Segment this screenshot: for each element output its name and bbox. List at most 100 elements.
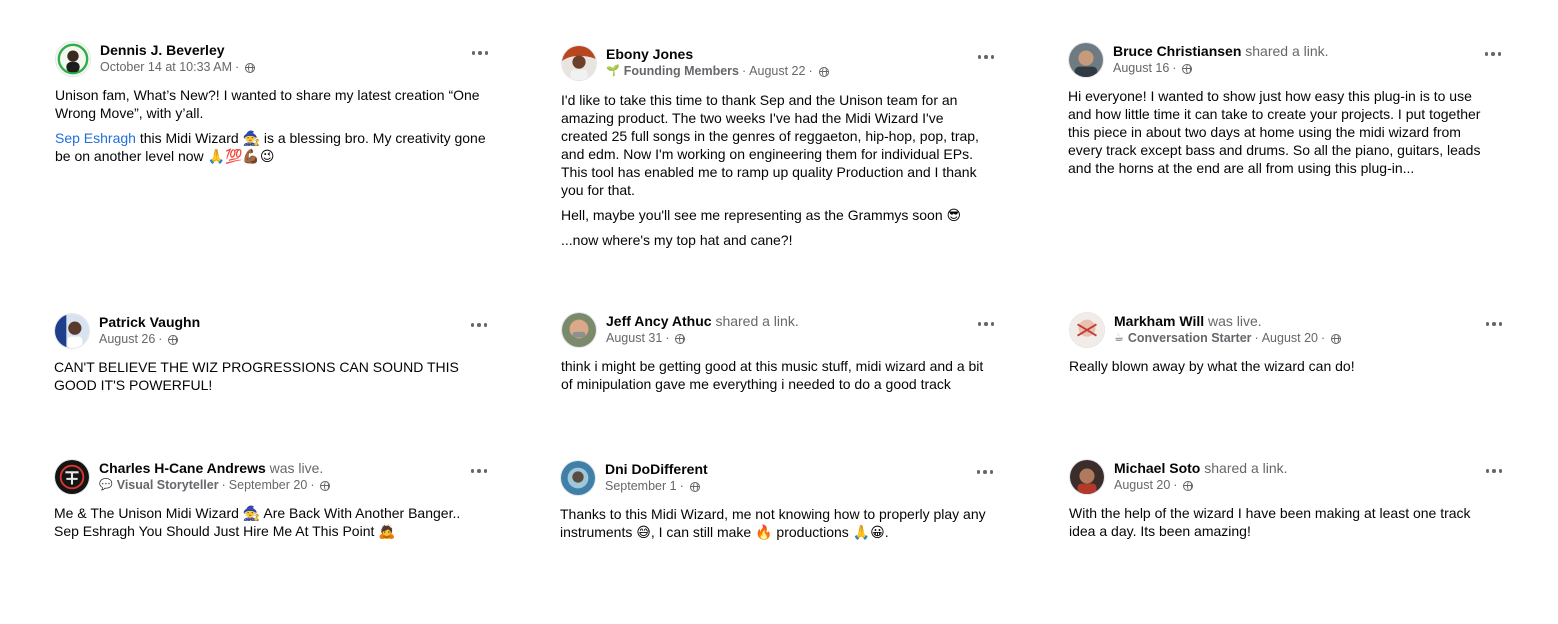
avatar[interactable]	[561, 45, 597, 81]
post-body: With the help of the wizard I have been …	[1069, 504, 1499, 540]
post-card: Dni DoDifferent September 1 · Thanks to t…	[560, 460, 1000, 548]
meta-separator: ·	[221, 478, 226, 492]
meta-separator: ·	[1254, 331, 1259, 345]
meta-separator: ·	[679, 479, 684, 493]
badge-label: Visual Storyteller	[116, 478, 219, 492]
name-line: Michael Soto shared a link.	[1114, 459, 1469, 477]
post-head-text: Jeff Ancy Athuc shared a link. August 31…	[606, 312, 961, 347]
author-name[interactable]: Patrick Vaughn	[99, 314, 200, 330]
more-options-button[interactable]	[465, 43, 495, 63]
more-options-button[interactable]	[970, 462, 1000, 482]
post-head-text: Michael Soto shared a link. August 20 ·	[1114, 459, 1469, 494]
post-header: Ebony Jones 🌱 Founding Members · August 22 ·	[561, 45, 1001, 85]
meta-separator: ·	[1172, 61, 1177, 75]
post-meta: October 14 at 10:33 AM ·	[100, 59, 455, 76]
avatar[interactable]	[560, 460, 596, 496]
avatar[interactable]	[1069, 312, 1105, 348]
post-meta: September 1 ·	[605, 478, 960, 495]
globe-icon	[1182, 63, 1193, 74]
member-badge[interactable]: 💬 Visual Storyteller	[99, 477, 219, 494]
post-meta: 💬 Visual Storyteller · September 20 ·	[99, 477, 454, 494]
more-options-button[interactable]	[971, 314, 1001, 334]
globe-icon	[689, 481, 700, 492]
author-name[interactable]: Markham Will	[1114, 313, 1204, 329]
post-card: Patrick Vaughn August 26 · CAN'T BELIEVE …	[54, 313, 494, 401]
post-body: CAN'T BELIEVE THE WIZ PROGRESSIONS CAN S…	[54, 358, 494, 394]
post-head-text: Patrick Vaughn August 26 ·	[99, 313, 454, 348]
meta-separator: ·	[665, 331, 670, 345]
post-head-text: Dni DoDifferent September 1 ·	[605, 460, 960, 495]
post-text: Hell, maybe you'll see me representing a…	[561, 207, 962, 223]
name-line: Jeff Ancy Athuc shared a link.	[606, 312, 961, 330]
author-name[interactable]: Bruce Christiansen	[1113, 43, 1241, 59]
speech-bubble-icon: 💬	[99, 479, 113, 491]
avatar[interactable]	[1068, 42, 1104, 78]
seedling-icon: 🌱	[606, 65, 620, 77]
post-date[interactable]: August 22	[749, 63, 805, 80]
avatar[interactable]	[561, 312, 597, 348]
author-name[interactable]: Dennis J. Beverley	[100, 42, 225, 58]
post-date[interactable]: August 31	[606, 330, 662, 347]
globe-icon	[320, 480, 331, 491]
member-badge[interactable]: 🌱 Founding Members	[606, 63, 739, 80]
author-name[interactable]: Jeff Ancy Athuc	[606, 313, 712, 329]
post-body: Me & The Unison Midi Wizard 🧙 Are Back W…	[54, 504, 484, 540]
post-date[interactable]: August 16	[1113, 60, 1169, 77]
author-name[interactable]: Michael Soto	[1114, 460, 1200, 476]
post-date[interactable]: August 20	[1262, 330, 1318, 347]
globe-icon	[245, 62, 256, 73]
avatar[interactable]	[54, 459, 90, 495]
mention-link[interactable]: Sep Eshragh	[55, 130, 136, 146]
author-name[interactable]: Ebony Jones	[606, 46, 693, 62]
meta-separator: ·	[1321, 331, 1326, 345]
more-options-button[interactable]	[971, 47, 1001, 67]
coffee-icon: ☕	[1114, 332, 1124, 344]
more-options-button[interactable]	[1479, 314, 1509, 334]
post-text: CAN'T BELIEVE THE WIZ PROGRESSIONS CAN S…	[54, 359, 459, 393]
member-badge[interactable]: ☕ Conversation Starter	[1114, 330, 1252, 347]
avatar[interactable]	[1069, 459, 1105, 495]
more-options-button[interactable]	[1479, 461, 1509, 481]
more-options-button[interactable]	[464, 315, 494, 335]
name-line: Ebony Jones	[606, 45, 961, 63]
post-header: Jeff Ancy Athuc shared a link. August 31…	[561, 312, 1001, 352]
post-date[interactable]: September 20	[229, 477, 308, 494]
post-date[interactable]: August 26	[99, 331, 155, 348]
post-meta: 🌱 Founding Members · August 22 ·	[606, 63, 961, 80]
post-text: With the help of the wizard I have been …	[1069, 505, 1471, 539]
avatar[interactable]	[55, 41, 91, 77]
post-card: Jeff Ancy Athuc shared a link. August 31…	[561, 312, 1001, 400]
author-name[interactable]: Charles H-Cane Andrews	[99, 460, 266, 476]
meta-separator: ·	[158, 332, 163, 346]
post-text: think i might be getting good at this mu…	[561, 358, 984, 392]
post-body: Hi everyone! I wanted to show just how e…	[1068, 87, 1498, 177]
more-options-button[interactable]	[464, 461, 494, 481]
testimonials-grid: Dennis J. Beverley October 14 at 10:33 A…	[0, 0, 1558, 624]
globe-icon	[1331, 333, 1342, 344]
post-card: Michael Soto shared a link. August 20 · W…	[1069, 459, 1509, 547]
post-text: I'd like to take this time to thank Sep …	[561, 92, 979, 198]
author-name[interactable]: Dni DoDifferent	[605, 461, 708, 477]
post-date[interactable]: August 20	[1114, 477, 1170, 494]
post-meta: August 20 ·	[1114, 477, 1469, 494]
badge-label: Conversation Starter	[1127, 331, 1252, 345]
name-line: Markham Will was live.	[1114, 312, 1469, 330]
post-action: shared a link.	[1245, 43, 1329, 59]
name-line: Dni DoDifferent	[605, 460, 960, 478]
post-meta: August 16 ·	[1113, 60, 1468, 77]
globe-icon	[1183, 480, 1194, 491]
more-options-button[interactable]	[1478, 44, 1508, 64]
post-head-text: Dennis J. Beverley October 14 at 10:33 A…	[100, 41, 455, 76]
post-text: ...now where's my top hat and cane?!	[561, 232, 793, 248]
post-body: Unison fam, What’s New?! I wanted to sha…	[55, 86, 495, 165]
meta-separator: ·	[310, 478, 315, 492]
badge-label: Founding Members	[623, 64, 739, 78]
post-date[interactable]: September 1	[605, 478, 677, 495]
post-header: Dennis J. Beverley October 14 at 10:33 A…	[55, 41, 495, 81]
post-meta: August 26 ·	[99, 331, 454, 348]
avatar[interactable]	[54, 313, 90, 349]
post-action: shared a link.	[1204, 460, 1288, 476]
post-action: shared a link.	[715, 313, 799, 329]
post-text: Me & The Unison Midi Wizard 🧙 Are Back W…	[54, 505, 461, 539]
post-date[interactable]: October 14 at 10:33 AM	[100, 59, 232, 76]
